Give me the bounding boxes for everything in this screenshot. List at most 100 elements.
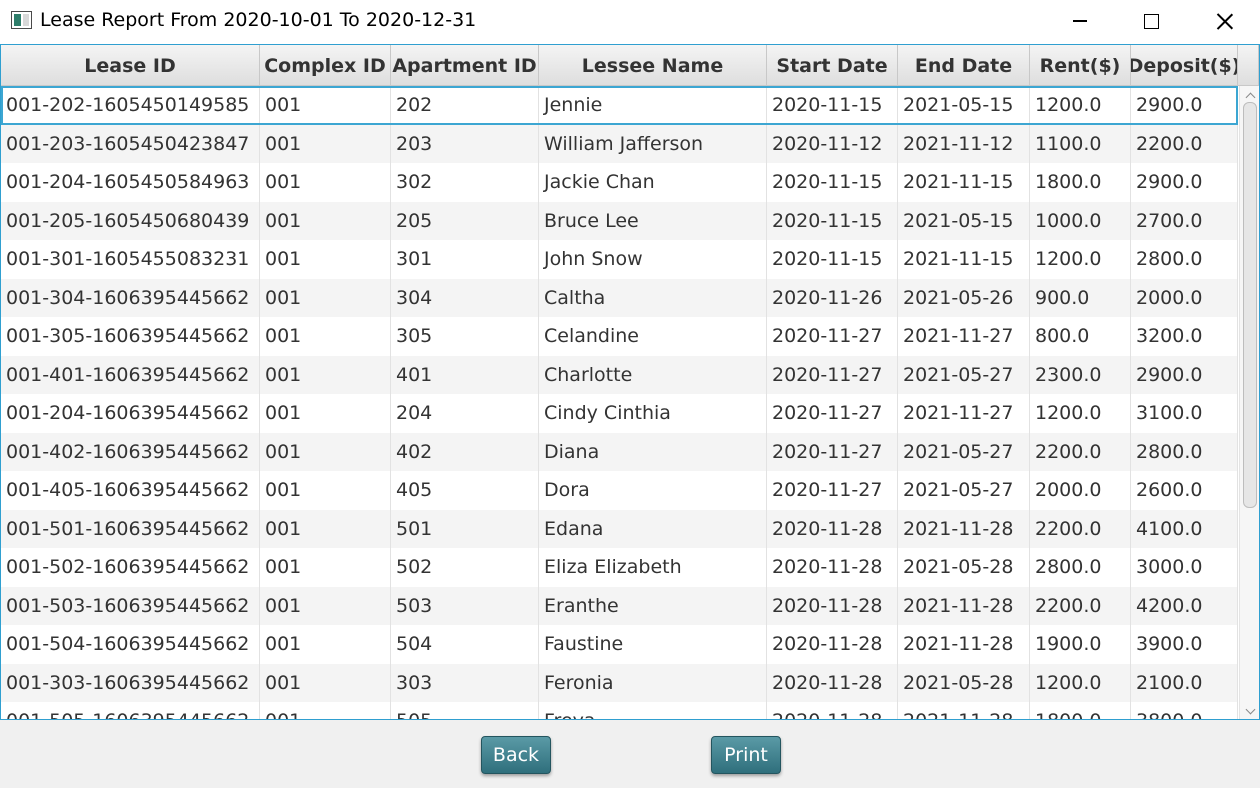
- cell-end-date: 2021-11-12: [898, 124, 1030, 163]
- table-row[interactable]: 001-402-1606395445662 001 402 Diana 2020-11-…: [1, 432, 1238, 471]
- cell-lessee-name: Celandine: [539, 317, 767, 356]
- table-row[interactable]: 001-401-1606395445662 001 401 Charlotte 2020…: [1, 355, 1238, 394]
- cell-rent: 1200.0: [1030, 240, 1131, 279]
- cell-lessee-name: Eliza Elizabeth: [539, 548, 767, 587]
- cell-end-date: 2021-11-28: [898, 702, 1030, 719]
- lease-table[interactable]: Lease ID Complex ID Apartment ID Lessee …: [0, 44, 1260, 720]
- cell-lessee-name: Faustine: [539, 625, 767, 664]
- table-row[interactable]: 001-504-1606395445662 001 504 Faustine 2020-…: [1, 625, 1238, 664]
- vertical-scrollbar[interactable]: [1239, 86, 1259, 719]
- table-row[interactable]: 001-301-1605455083231 001 301 John Snow 2020…: [1, 240, 1238, 279]
- table-row[interactable]: 001-204-1606395445662 001 204 Cindy Cinthia…: [1, 394, 1238, 433]
- table-row[interactable]: 001-505-1606395445662001505Freya2020-11-…: [1, 702, 1238, 719]
- table-row[interactable]: 001-405-1606395445662 001 405 Dora 2020-11-2…: [1, 471, 1238, 510]
- cell-lease-id: 001-301-1605455083231: [1, 240, 260, 279]
- table-row[interactable]: 001-205-1605450680439 001 205 Bruce Lee 2020…: [1, 201, 1238, 240]
- cell-end-date: 2021-11-27: [898, 317, 1030, 356]
- close-icon: [1216, 13, 1233, 30]
- cell-complex-id: 001: [260, 163, 391, 202]
- cell-lease-id: 001-402-1606395445662: [1, 432, 260, 471]
- cell-deposit: 4100.0: [1131, 509, 1238, 548]
- cell-complex-id: 001: [260, 432, 391, 471]
- cell-apartment-id: 405: [391, 471, 539, 510]
- cell-rent: 1900.0: [1030, 625, 1131, 664]
- cell-deposit: 2900.0: [1131, 163, 1238, 202]
- app-window-icon: [11, 11, 32, 29]
- column-header-start-date[interactable]: Start Date: [767, 45, 898, 86]
- chevron-up-icon: [1245, 92, 1255, 102]
- table-row[interactable]: 001-304-1606395445662 001 304 Caltha 2020-11…: [1, 278, 1238, 317]
- cell-apartment-id: 303: [391, 663, 539, 702]
- table-row[interactable]: 001-204-1605450584963 001 302 Jackie Chan 20…: [1, 163, 1238, 202]
- cell-start-date: 2020-11-27: [767, 317, 898, 356]
- cell-deposit: 3800.0: [1131, 702, 1238, 719]
- cell-rent: 2200.0: [1030, 509, 1131, 548]
- table-row[interactable]: 001-203-1605450423847 001 203 William Jaffe…: [1, 124, 1238, 163]
- cell-apartment-id: 202: [391, 86, 539, 125]
- cell-lease-id: 001-204-1605450584963: [1, 163, 260, 202]
- cell-rent: 1200.0: [1030, 394, 1131, 433]
- cell-lease-id: 001-505-1606395445662: [1, 702, 260, 719]
- cell-lease-id: 001-303-1606395445662: [1, 663, 260, 702]
- table-row[interactable]: 001-502-1606395445662 001 502 Eliza Elizabe…: [1, 548, 1238, 587]
- close-button[interactable]: [1196, 0, 1252, 42]
- cell-deposit: 3100.0: [1131, 394, 1238, 433]
- cell-rent: 900.0: [1030, 278, 1131, 317]
- cell-lessee-name: Feronia: [539, 663, 767, 702]
- cell-lessee-name: Caltha: [539, 278, 767, 317]
- back-button[interactable]: Back: [481, 736, 551, 774]
- cell-lessee-name: Jennie: [539, 86, 767, 125]
- table-row[interactable]: 001-503-1606395445662 001 503 Eranthe 2020-1…: [1, 586, 1238, 625]
- table-row[interactable]: 001-305-1606395445662 001 305 Celandine 2020…: [1, 317, 1238, 356]
- print-button[interactable]: Print: [711, 736, 781, 774]
- column-header-rent[interactable]: Rent($): [1030, 45, 1131, 86]
- cell-deposit: 2800.0: [1131, 240, 1238, 279]
- scrollbar-thumb[interactable]: [1243, 102, 1257, 508]
- column-header-filler: [1238, 45, 1259, 86]
- cell-end-date: 2021-11-27: [898, 394, 1030, 433]
- cell-start-date: 2020-11-27: [767, 432, 898, 471]
- cell-lessee-name: William Jafferson: [539, 124, 767, 163]
- column-header-deposit[interactable]: Deposit($): [1131, 45, 1238, 86]
- cell-apartment-id: 305: [391, 317, 539, 356]
- maximize-button[interactable]: [1123, 0, 1179, 42]
- cell-complex-id: 001: [260, 317, 391, 356]
- column-header-lessee-name[interactable]: Lessee Name: [539, 45, 767, 86]
- cell-deposit: 2000.0: [1131, 278, 1238, 317]
- cell-end-date: 2021-11-15: [898, 163, 1030, 202]
- cell-start-date: 2020-11-27: [767, 394, 898, 433]
- cell-lessee-name: Charlotte: [539, 355, 767, 394]
- minimize-button[interactable]: [1052, 0, 1108, 42]
- cell-end-date: 2021-05-27: [898, 355, 1030, 394]
- scroll-down-button[interactable]: [1244, 704, 1256, 718]
- cell-lessee-name: Diana: [539, 432, 767, 471]
- table-row[interactable]: 001-303-1606395445662 001 303 Feronia 2020-1…: [1, 663, 1238, 702]
- cell-start-date: 2020-11-28: [767, 625, 898, 664]
- column-header-lease-id[interactable]: Lease ID: [1, 45, 260, 86]
- cell-lease-id: 001-504-1606395445662: [1, 625, 260, 664]
- cell-start-date: 2020-11-28: [767, 586, 898, 625]
- cell-rent: 2200.0: [1030, 586, 1131, 625]
- column-header-end-date[interactable]: End Date: [898, 45, 1030, 86]
- table-row[interactable]: 001-501-1606395445662 001 501 Edana 2020-11-…: [1, 509, 1238, 548]
- cell-deposit: 2200.0: [1131, 124, 1238, 163]
- cell-deposit: 2900.0: [1131, 86, 1238, 125]
- cell-lease-id: 001-503-1606395445662: [1, 586, 260, 625]
- cell-lease-id: 001-405-1606395445662: [1, 471, 260, 510]
- cell-complex-id: 001: [260, 625, 391, 664]
- column-header-apartment-id[interactable]: Apartment ID: [391, 45, 539, 86]
- cell-rent: 1000.0: [1030, 201, 1131, 240]
- cell-deposit: 3200.0: [1131, 317, 1238, 356]
- table-row[interactable]: 001-202-1605450149585 001 202 Jennie 2020-11…: [1, 86, 1238, 125]
- cell-rent: 2000.0: [1030, 471, 1131, 510]
- cell-apartment-id: 401: [391, 355, 539, 394]
- cell-end-date: 2021-05-27: [898, 432, 1030, 471]
- cell-lease-id: 001-501-1606395445662: [1, 509, 260, 548]
- cell-end-date: 2021-11-28: [898, 586, 1030, 625]
- column-header-complex-id[interactable]: Complex ID: [260, 45, 391, 86]
- footer-bar: Back Print: [0, 720, 1260, 788]
- scroll-up-button[interactable]: [1244, 88, 1256, 102]
- cell-complex-id: 001: [260, 702, 391, 719]
- cell-lease-id: 001-203-1605450423847: [1, 124, 260, 163]
- cell-complex-id: 001: [260, 124, 391, 163]
